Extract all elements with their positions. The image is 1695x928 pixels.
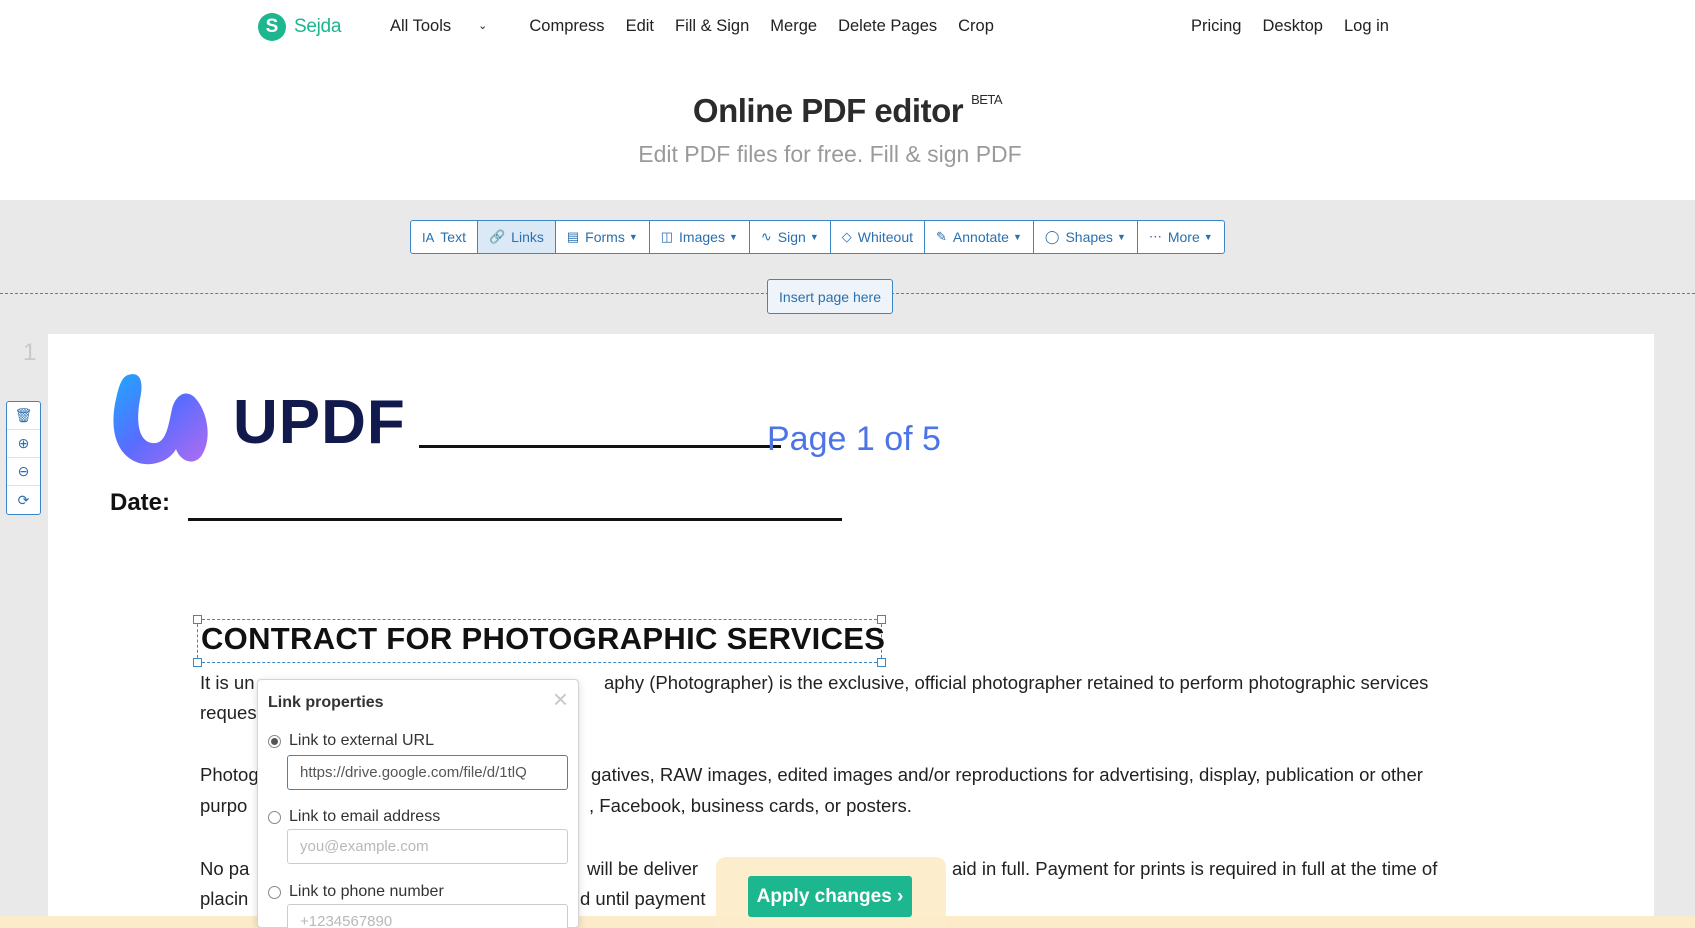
page-title: Online PDF editor BETA — [692, 92, 1003, 129]
radio-external-url[interactable] — [268, 734, 281, 748]
caret-down-icon: ▼ — [1012, 232, 1022, 242]
tool-whiteout[interactable]: ◇ Whiteout — [831, 221, 925, 253]
resize-handle[interactable] — [877, 658, 886, 667]
nav-crop[interactable]: Crop — [958, 17, 994, 36]
page-subtitle: Edit PDF files for free. Fill & sign PDF — [638, 141, 1022, 167]
paragraph-1-line-1-start: It is un — [200, 672, 255, 693]
zoom-out-icon[interactable]: ⊖ — [7, 458, 40, 486]
paragraph-3-line-2-end: d until payment — [580, 888, 706, 909]
close-icon[interactable]: × — [553, 684, 568, 715]
header-rule — [419, 445, 781, 448]
paragraph-3-line-1-start: No pa — [200, 858, 250, 879]
nav-left: All Tools ⌄ Compress Edit Fill & Sign Mer… — [390, 17, 1015, 36]
more-icon: ⋯ — [1148, 229, 1162, 244]
nav-login[interactable]: Log in — [1344, 17, 1389, 36]
paragraph-2-line-2-start: purpo — [200, 795, 248, 816]
tool-annotate[interactable]: ✎ Annotate ▼ — [925, 221, 1034, 253]
text-icon: IA — [422, 229, 435, 245]
nav-pricing[interactable]: Pricing — [1191, 17, 1241, 36]
option-email-address[interactable]: Link to email address — [268, 808, 440, 826]
paragraph-3-line-1-mid: will be deliver — [587, 858, 699, 879]
sejda-logo-mark: S — [258, 13, 286, 41]
radio-phone-number[interactable] — [268, 885, 281, 899]
caret-down-icon: ▼ — [1116, 232, 1126, 242]
nav-all-tools[interactable]: All Tools ⌄ — [390, 17, 508, 36]
paragraph-1-line-1-end: aphy (Photographer) is the exclusive, of… — [604, 672, 1429, 693]
tool-images[interactable]: ◫ Images ▼ — [650, 221, 750, 253]
sejda-logo[interactable]: S Sejda — [258, 13, 341, 41]
caret-down-icon: ▼ — [728, 232, 738, 242]
paragraph-3-line-1-end: aid in full. Payment for prints is requi… — [952, 858, 1438, 879]
image-icon: ◫ — [660, 229, 674, 244]
paragraph-2-line-2-end: , Facebook, business cards, or posters. — [589, 795, 912, 816]
external-url-input[interactable]: https://drive.google.com/file/d/1tlQ — [287, 755, 568, 790]
beta-badge: BETA — [971, 92, 1003, 107]
nav-compress[interactable]: Compress — [529, 17, 604, 36]
page-of-label: Page 1 of 5 — [767, 420, 941, 458]
sejda-logo-text: Sejda — [294, 16, 342, 37]
option-external-url[interactable]: Link to external URL — [268, 732, 434, 750]
paragraph-1-line-2: reques — [200, 702, 257, 723]
paragraph-2-line-1-start: Photog — [200, 764, 259, 785]
chevron-down-icon: ⌄ — [478, 20, 488, 32]
updf-logo-icon — [113, 374, 208, 465]
top-navigation: S Sejda All Tools ⌄ Compress Edit Fill & … — [0, 0, 1695, 56]
nav-right: Pricing Desktop Log in — [1191, 17, 1410, 36]
page-side-tools: 🗑 ⊕ ⊖ ⟳ — [6, 401, 41, 515]
nav-desktop[interactable]: Desktop — [1262, 17, 1323, 36]
contract-title: CONTRACT FOR PHOTOGRAPHIC SERVICES — [201, 621, 886, 656]
phone-number-input[interactable]: +1234567890 — [287, 904, 568, 928]
insert-page-button[interactable]: Insert page here — [767, 279, 893, 314]
link-properties-popup: Link properties × Link to external URL h… — [257, 679, 579, 928]
caret-down-icon: ▼ — [628, 232, 638, 242]
editor-toolbar: IA Text 🔗 Links ▤ Forms ▼ ◫ Images ▼ ∿ Sign ▼ ◇ W… — [410, 220, 1225, 254]
tool-shapes[interactable]: ◯ Shapes ▼ — [1034, 221, 1138, 253]
date-label: Date: — [110, 489, 171, 516]
paragraph-2-line-1-end: gatives, RAW images, edited images and/o… — [591, 764, 1423, 785]
paragraph-3-line-2-start: placin — [200, 888, 249, 909]
tool-more[interactable]: ⋯ More ▼ — [1138, 221, 1224, 253]
radio-email-address[interactable] — [268, 810, 281, 824]
rotate-icon[interactable]: ⟳ — [7, 486, 40, 514]
option-phone-number[interactable]: Link to phone number — [268, 883, 444, 901]
date-rule — [188, 518, 842, 521]
page-number: 1 — [23, 339, 37, 366]
pen-icon: ✎ — [936, 229, 947, 244]
caret-down-icon: ▼ — [809, 232, 819, 242]
apply-changes-button[interactable]: Apply changes › — [748, 876, 912, 917]
caret-down-icon: ▼ — [1203, 232, 1213, 242]
link-icon: 🔗 — [488, 229, 506, 244]
tool-links[interactable]: 🔗 Links — [477, 221, 556, 253]
zoom-in-icon[interactable]: ⊕ — [7, 430, 40, 458]
signature-icon: ∿ — [760, 229, 772, 244]
nav-fill-sign[interactable]: Fill & Sign — [675, 17, 749, 36]
popup-title: Link properties — [268, 694, 384, 711]
nav-delete-pages[interactable]: Delete Pages — [838, 17, 937, 36]
tool-text[interactable]: IA Text — [411, 221, 478, 253]
trash-icon[interactable]: 🗑 — [7, 402, 40, 430]
nav-edit[interactable]: Edit — [626, 17, 654, 36]
tool-forms[interactable]: ▤ Forms ▼ — [556, 221, 650, 253]
shapes-icon: ◯ — [1044, 229, 1060, 244]
tool-sign[interactable]: ∿ Sign ▼ — [750, 221, 831, 253]
eraser-icon: ◇ — [841, 229, 852, 244]
nav-merge[interactable]: Merge — [770, 17, 817, 36]
updf-logo-text: UPDF — [233, 388, 406, 457]
resize-handle[interactable] — [193, 658, 202, 667]
forms-icon: ▤ — [566, 229, 580, 244]
email-address-input[interactable]: you@example.com — [287, 829, 568, 864]
